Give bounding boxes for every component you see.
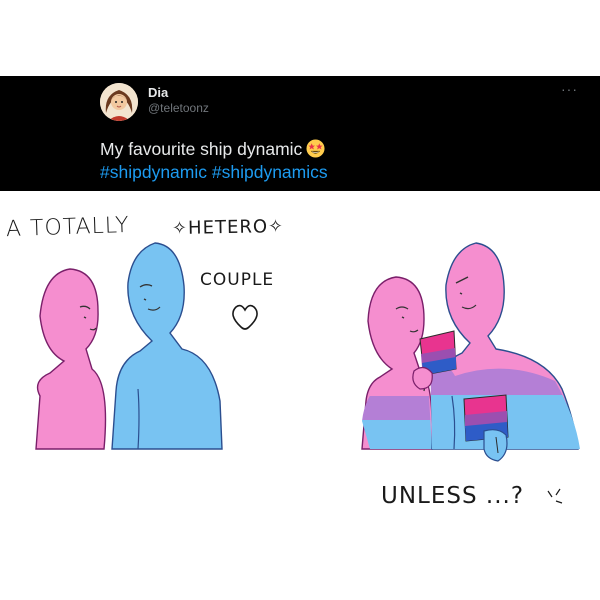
- bi-flag-large: [463, 394, 509, 462]
- tweet-body: My favourite ship dynamic: [100, 139, 303, 159]
- hashtag-link[interactable]: #shipdynamic: [100, 162, 207, 182]
- avatar[interactable]: [100, 83, 138, 121]
- pink-person-left: [35, 268, 107, 450]
- heart-icon: [232, 304, 258, 330]
- comic-image: A TOTALLY ✧HETERO✧ COUPLE UNLESS ...?: [0, 191, 600, 600]
- display-name[interactable]: Dia: [148, 85, 168, 100]
- user-handle[interactable]: @teletoonz: [148, 101, 209, 115]
- sparkle-lines: [547, 488, 563, 504]
- tweet-text: My favourite ship dynamic #shipdynamic #…: [100, 138, 560, 184]
- star-struck-emoji: [306, 139, 325, 158]
- hashtag-link[interactable]: #shipdynamics: [212, 162, 328, 182]
- comic-drawing: [35, 242, 580, 504]
- tweet-card: Dia @teletoonz ··· My favourite ship dyn…: [0, 76, 600, 191]
- more-horizontal-icon[interactable]: ···: [561, 82, 581, 96]
- avatar-image: [100, 83, 138, 121]
- blue-person-left: [111, 242, 223, 450]
